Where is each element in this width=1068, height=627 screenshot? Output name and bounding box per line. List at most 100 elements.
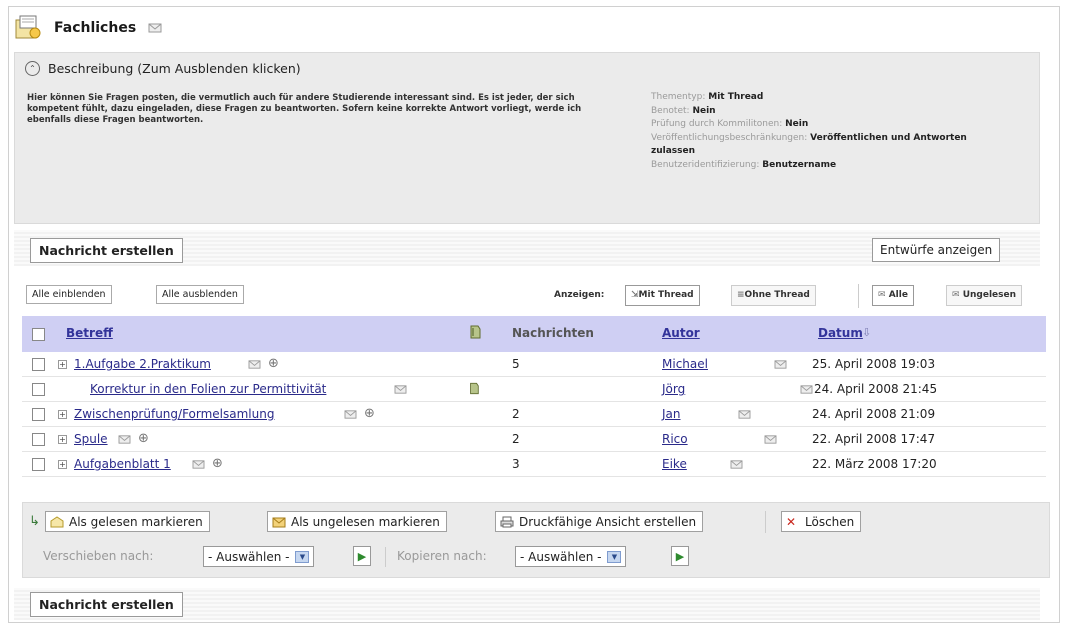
copy-select-value: - Auswählen - bbox=[520, 549, 602, 564]
row-checkbox[interactable] bbox=[32, 408, 45, 421]
copy-select[interactable]: - Auswählen - ▼ bbox=[515, 546, 627, 567]
forum-header: Fachliches bbox=[12, 10, 162, 46]
show-unread-button[interactable]: ✉ Ungelesen bbox=[946, 285, 1023, 306]
email-subscribe-icon[interactable] bbox=[148, 22, 162, 34]
forum-folder-icon bbox=[15, 15, 41, 39]
row-author[interactable]: Jörg bbox=[662, 382, 685, 396]
actions-divider bbox=[765, 511, 766, 533]
table-row: Korrektur in den Folien zur Permittivitä… bbox=[22, 377, 1046, 402]
description-toggle-label: Beschreibung (Zum Ausblenden klicken) bbox=[48, 61, 301, 76]
chevron-down-icon: ▼ bbox=[295, 550, 310, 563]
description-toggle[interactable]: ⌃ Beschreibung (Zum Ausblenden klicken) bbox=[25, 61, 301, 76]
toolbar-divider bbox=[858, 284, 859, 308]
email-icon[interactable] bbox=[394, 384, 407, 398]
column-date[interactable]: Datum bbox=[818, 326, 863, 340]
sort-arrow-icon: ⇩ bbox=[862, 326, 872, 339]
expand-icon[interactable]: + bbox=[58, 460, 67, 469]
row-checkbox[interactable] bbox=[32, 383, 45, 396]
description-text: Hier können Sie Fragen posten, die vermu… bbox=[27, 93, 582, 125]
zoom-icon[interactable]: ⊕ bbox=[364, 406, 375, 421]
go-arrow-icon: ▶ bbox=[675, 549, 685, 563]
table-header: Betreff Nachrichten Autor Datum ⇩ bbox=[22, 316, 1046, 352]
row-checkbox[interactable] bbox=[32, 433, 45, 446]
view-toolbar: Alle einblenden Alle ausblenden Anzeigen… bbox=[14, 282, 1046, 310]
author-email-icon[interactable] bbox=[800, 384, 813, 398]
move-label: Verschieben nach: bbox=[43, 549, 154, 563]
move-select-value: - Auswählen - bbox=[208, 549, 290, 564]
row-subject[interactable]: Aufgabenblatt 1 bbox=[74, 457, 171, 471]
print-view-label: Druckfähige Ansicht erstellen bbox=[519, 514, 697, 529]
column-author[interactable]: Autor bbox=[662, 326, 700, 340]
move-go-button[interactable]: ▶ bbox=[353, 546, 371, 566]
meta-graded-label: Benotet: bbox=[651, 105, 690, 116]
create-toolbar: Nachricht erstellen Entwürfe anzeigen bbox=[14, 230, 1040, 266]
mark-read-button[interactable]: Als gelesen markieren bbox=[45, 511, 210, 532]
meta-type-label: Thementyp: bbox=[651, 92, 706, 102]
mail-all-icon: ✉ bbox=[878, 290, 886, 300]
expand-icon[interactable]: + bbox=[58, 435, 67, 444]
attachment-icon bbox=[468, 381, 480, 399]
row-messages: 3 bbox=[512, 457, 520, 471]
email-icon[interactable] bbox=[248, 359, 261, 373]
actions-panel: ↳ Als gelesen markieren Als ungelesen ma… bbox=[22, 502, 1050, 578]
create-message-button[interactable]: Nachricht erstellen bbox=[30, 238, 183, 263]
email-icon[interactable] bbox=[344, 409, 357, 423]
row-subject[interactable]: Zwischenprüfung/Formelsamlung bbox=[74, 407, 274, 421]
author-email-icon[interactable] bbox=[764, 434, 777, 448]
author-email-icon[interactable] bbox=[774, 359, 787, 373]
table-row: + 1.Aufgabe 2.Praktikum ⊕ 5 Michael 25. … bbox=[22, 352, 1046, 377]
row-subject[interactable]: Spule bbox=[74, 432, 108, 446]
zoom-icon[interactable]: ⊕ bbox=[212, 456, 223, 471]
meta-ident-value: Benutzername bbox=[762, 159, 837, 170]
column-subject[interactable]: Betreff bbox=[66, 326, 113, 340]
mark-unread-button[interactable]: Als ungelesen markieren bbox=[267, 511, 447, 532]
move-divider bbox=[385, 547, 386, 567]
copy-go-button[interactable]: ▶ bbox=[671, 546, 689, 566]
thread-icon: ⇲ bbox=[631, 290, 639, 300]
move-select[interactable]: - Auswählen - ▼ bbox=[203, 546, 315, 567]
author-email-icon[interactable] bbox=[738, 409, 751, 423]
with-thread-button[interactable]: ⇲Mit Thread bbox=[625, 285, 700, 306]
meta-graded-value: Nein bbox=[692, 105, 716, 116]
row-author[interactable]: Eike bbox=[662, 457, 687, 471]
selection-arrow-icon: ↳ bbox=[29, 514, 40, 529]
meta-peer-label: Prüfung durch Kommilitonen: bbox=[651, 119, 783, 129]
delete-button[interactable]: ✕ Löschen bbox=[781, 511, 862, 532]
show-all-button[interactable]: ✉ Alle bbox=[872, 285, 914, 306]
create-message-button-bottom[interactable]: Nachricht erstellen bbox=[30, 592, 183, 617]
table-row: + Spule ⊕ 2 Rico 22. April 2008 17:47 bbox=[22, 427, 1046, 452]
delete-label: Löschen bbox=[805, 514, 855, 529]
description-meta: Thementyp: Mit Thread Benotet: Nein Prüf… bbox=[651, 91, 1011, 172]
row-author[interactable]: Jan bbox=[662, 407, 681, 421]
row-author[interactable]: Rico bbox=[662, 432, 688, 446]
row-checkbox[interactable] bbox=[32, 458, 45, 471]
print-view-button[interactable]: Druckfähige Ansicht erstellen bbox=[495, 511, 704, 532]
zoom-icon[interactable]: ⊕ bbox=[138, 431, 149, 446]
row-subject[interactable]: Korrektur in den Folien zur Permittivitä… bbox=[90, 382, 326, 396]
email-icon[interactable] bbox=[192, 459, 205, 473]
without-thread-button[interactable]: ≡Ohne Thread bbox=[731, 285, 816, 306]
column-messages: Nachrichten bbox=[512, 326, 594, 340]
email-icon[interactable] bbox=[118, 434, 131, 448]
mark-unread-icon bbox=[272, 516, 286, 528]
row-author[interactable]: Michael bbox=[662, 357, 708, 371]
list-icon: ≡ bbox=[737, 290, 745, 300]
show-drafts-button[interactable]: Entwürfe anzeigen bbox=[872, 238, 1001, 262]
author-email-icon[interactable] bbox=[730, 459, 743, 473]
expand-icon[interactable]: + bbox=[58, 410, 67, 419]
mail-unread-icon: ✉ bbox=[952, 290, 960, 300]
zoom-icon[interactable]: ⊕ bbox=[268, 356, 279, 371]
page-title: Fachliches bbox=[54, 20, 137, 36]
mark-unread-label: Als ungelesen markieren bbox=[291, 514, 440, 529]
expand-all-button[interactable]: Alle einblenden bbox=[26, 285, 112, 304]
collapse-all-button[interactable]: Alle ausblenden bbox=[156, 285, 244, 304]
expand-icon[interactable]: + bbox=[58, 360, 67, 369]
delete-icon: ✕ bbox=[786, 514, 797, 529]
show-unread-label: Ungelesen bbox=[962, 290, 1017, 300]
select-all-checkbox[interactable] bbox=[32, 328, 45, 341]
row-subject[interactable]: 1.Aufgabe 2.Praktikum bbox=[74, 357, 211, 371]
meta-type-value: Mit Thread bbox=[708, 92, 764, 102]
row-date: 24. April 2008 21:09 bbox=[812, 407, 936, 421]
bottom-toolbar: Nachricht erstellen bbox=[14, 588, 1040, 620]
row-checkbox[interactable] bbox=[32, 358, 45, 371]
